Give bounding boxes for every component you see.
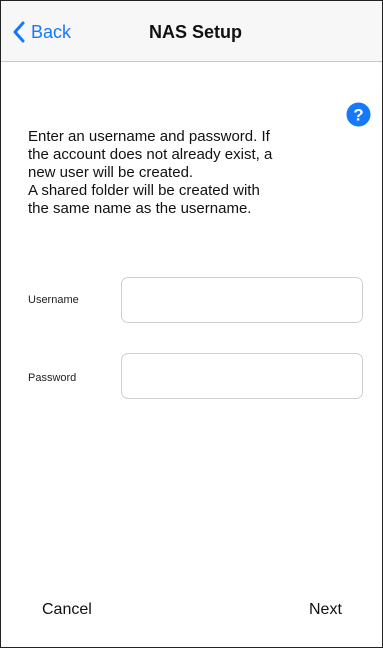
navigation-bar: Back NAS Setup [1,1,382,62]
question-circle-icon[interactable]: ? [346,102,371,127]
password-label: Password [28,372,77,384]
instructions-line: A shared folder will be created with [28,182,260,199]
svg-text:?: ? [353,106,363,125]
instructions-text: Enter an username and password. If the a… [28,128,358,218]
instructions-line: new user will be created. [28,164,194,181]
page-title: NAS Setup [148,22,242,42]
username-label: Username [28,294,79,306]
username-field[interactable] [121,277,363,323]
instructions-line: Enter an username and password. If [28,128,270,145]
next-button[interactable]: Next [309,601,342,619]
instructions-line: the account does not already exist, a [28,146,273,163]
cancel-button[interactable]: Cancel [42,601,92,619]
app-screen: Back NAS Setup ? Enter an username and p… [0,0,383,648]
instructions-line: the same name as the username. [28,200,252,217]
password-field[interactable] [121,353,363,399]
